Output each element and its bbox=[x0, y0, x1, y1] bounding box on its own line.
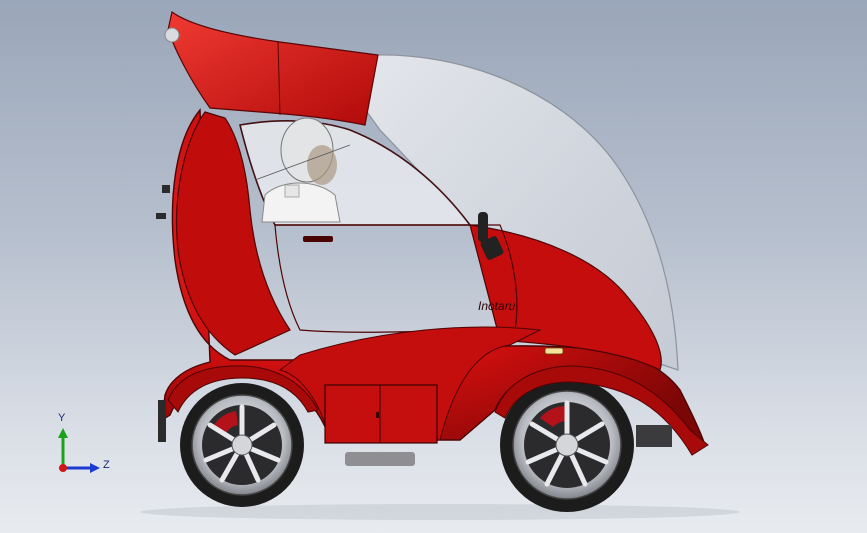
side-marker-light bbox=[544, 347, 564, 355]
rear-bumper-bracket bbox=[158, 400, 166, 442]
car-model-render[interactable]: Inotaru bbox=[0, 0, 867, 533]
rear-light-top bbox=[164, 27, 180, 43]
x-axis-dot bbox=[59, 464, 67, 472]
door-handle bbox=[303, 236, 333, 242]
rear-reflector bbox=[162, 185, 170, 193]
ground-shadow bbox=[140, 504, 740, 520]
axis-triad bbox=[58, 428, 100, 473]
front-suspension bbox=[636, 425, 672, 447]
underbody-pack bbox=[345, 452, 415, 466]
brand-badge: Inotaru bbox=[478, 299, 516, 313]
z-axis-label: Z bbox=[103, 459, 110, 471]
cad-viewport[interactable]: Inotaru Y Z bbox=[0, 0, 867, 533]
battery-compartment bbox=[324, 384, 438, 444]
rear-wheel bbox=[180, 383, 304, 507]
roof-spoiler bbox=[167, 10, 379, 126]
y-axis-label: Y bbox=[58, 412, 66, 424]
rear-hitch bbox=[156, 213, 166, 219]
